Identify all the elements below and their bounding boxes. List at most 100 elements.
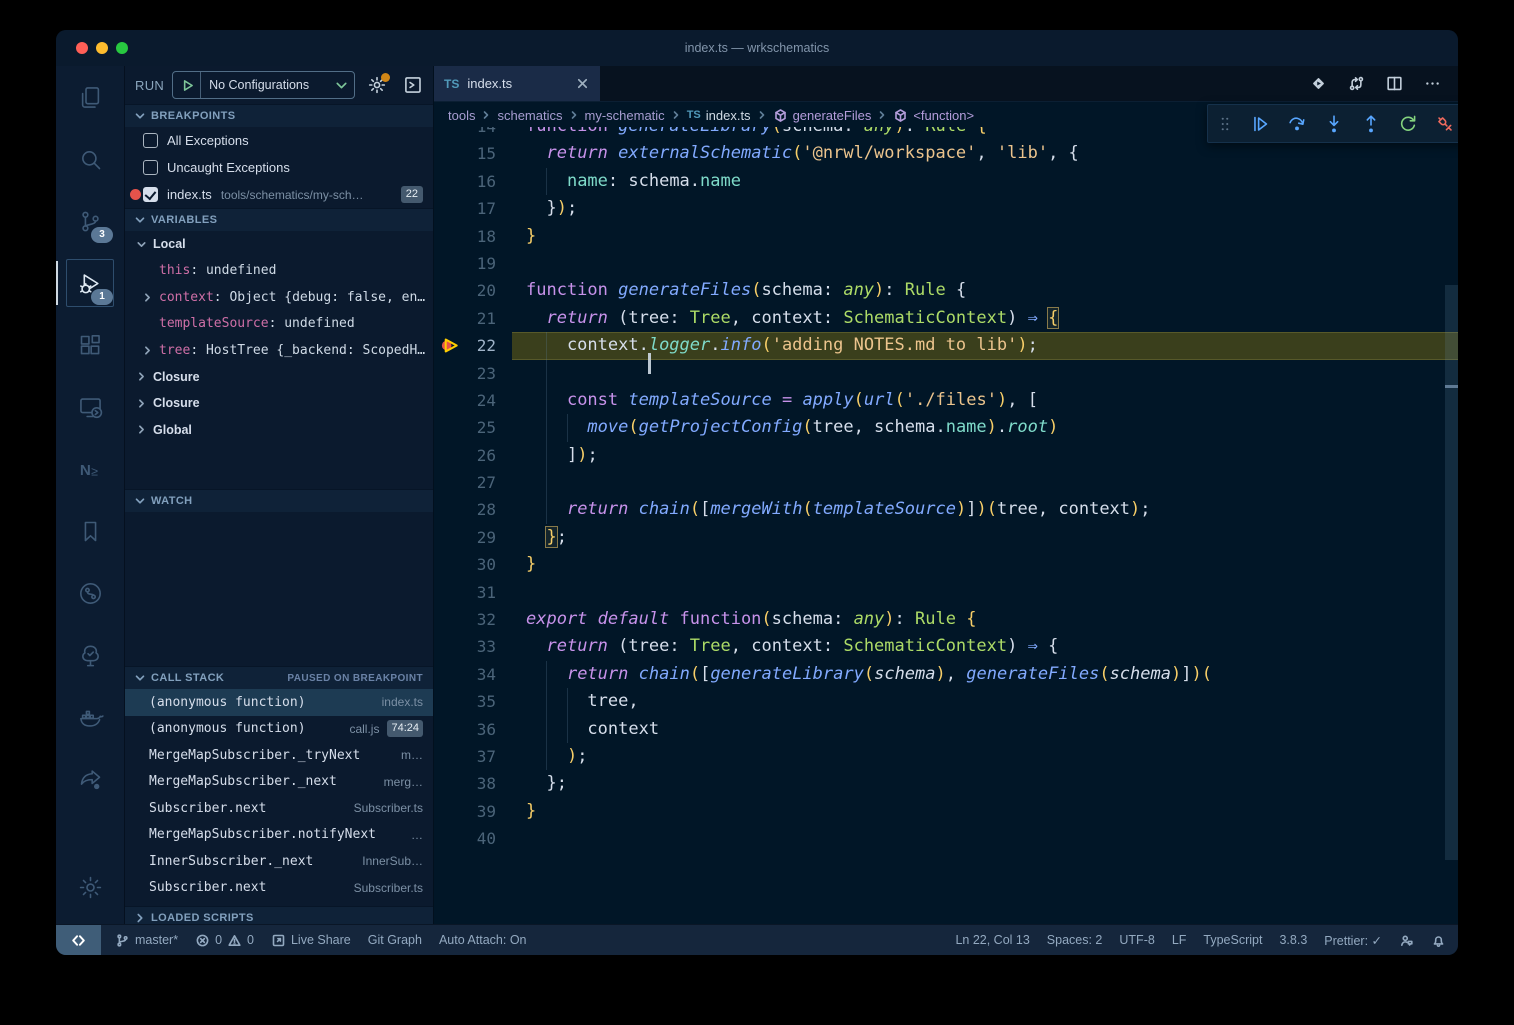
status-item-problems[interactable]: 00: [195, 933, 254, 948]
breakpoint-row[interactable]: Uncaught Exceptions: [125, 154, 433, 181]
call-stack-frame[interactable]: Subscriber.nextSubscriber.ts: [125, 875, 433, 902]
activity-item-docker[interactable]: [56, 686, 124, 748]
breakpoint-checkbox[interactable]: [143, 133, 158, 148]
code-line[interactable]: 37 );: [434, 743, 1458, 770]
section-header-breakpoints[interactable]: BREAKPOINTS: [125, 104, 433, 127]
section-header-variables[interactable]: VARIABLES: [125, 208, 433, 231]
step-out-button[interactable]: [1360, 113, 1382, 135]
code-line[interactable]: 15 return externalSchematic('@nrwl/works…: [434, 140, 1458, 167]
line-number[interactable]: 17: [434, 195, 526, 222]
breadcrumb-item-symbol[interactable]: <function>: [893, 108, 974, 123]
call-stack-frame[interactable]: (anonymous function)call.js74:24: [125, 716, 433, 743]
line-number[interactable]: 24: [434, 387, 526, 414]
call-stack-frame[interactable]: MergeMapSubscriber._tryNextm…: [125, 742, 433, 769]
code-line[interactable]: 21 return (tree: Tree, context: Schemati…: [434, 305, 1458, 332]
code-line[interactable]: 27: [434, 469, 1458, 496]
split-editor-button[interactable]: [1385, 74, 1404, 93]
call-stack-frame[interactable]: Subscriber.nextSubscriber.ts: [125, 795, 433, 822]
line-number[interactable]: 14: [434, 127, 526, 140]
activity-item-remote-explorer[interactable]: [56, 376, 124, 438]
code-line[interactable]: 18}: [434, 223, 1458, 250]
call-stack-frame[interactable]: (anonymous function)index.ts: [125, 689, 433, 716]
breadcrumb-item-folder[interactable]: tools: [448, 108, 475, 123]
debug-console-button[interactable]: [403, 75, 423, 95]
chevron-right-icon[interactable]: [141, 344, 154, 357]
activity-item-extensions[interactable]: [56, 314, 124, 376]
status-item-notifications[interactable]: [1431, 933, 1446, 948]
code-line[interactable]: 32export default function(schema: any): …: [434, 606, 1458, 633]
status-item-feedback[interactable]: [1399, 933, 1414, 948]
code-line[interactable]: 39}: [434, 798, 1458, 825]
launch-configuration-dropdown[interactable]: No Configurations: [172, 71, 355, 99]
call-stack-frame[interactable]: InnerSubscriber._nextInnerSub…: [125, 848, 433, 875]
code-line[interactable]: 23: [434, 360, 1458, 387]
code-line[interactable]: 16 name: schema.name: [434, 168, 1458, 195]
activity-item-explorer[interactable]: [56, 66, 124, 128]
line-number[interactable]: 37: [434, 743, 526, 770]
code-line[interactable]: 36 context: [434, 716, 1458, 743]
activity-item-live-share[interactable]: [56, 748, 124, 810]
breadcrumb-item-file[interactable]: TSindex.ts: [687, 108, 751, 123]
activity-item-manage[interactable]: [56, 856, 124, 918]
status-item-encoding[interactable]: UTF-8: [1119, 933, 1154, 947]
call-stack-frame[interactable]: MergeMapSubscriber._nextmerg…: [125, 769, 433, 796]
line-number[interactable]: 15: [434, 140, 526, 167]
code-line[interactable]: 26 ]);: [434, 442, 1458, 469]
chevron-right-icon[interactable]: [141, 291, 154, 304]
variables-scope-closure[interactable]: Closure: [125, 390, 433, 417]
line-number[interactable]: 16: [434, 168, 526, 195]
line-number[interactable]: 31: [434, 579, 526, 606]
activity-item-run-debug[interactable]: 1: [56, 252, 124, 314]
diamond-action-button[interactable]: [1309, 74, 1328, 93]
variable-row[interactable]: this: undefined: [125, 258, 433, 285]
section-header-loaded-scripts[interactable]: LOADED SCRIPTS: [125, 906, 433, 924]
line-number[interactable]: 20: [434, 277, 526, 304]
code-line[interactable]: 33 return (tree: Tree, context: Schemati…: [434, 633, 1458, 660]
status-item-prettier[interactable]: Prettier: ✓: [1324, 933, 1382, 948]
breakpoint-checkbox[interactable]: [143, 160, 158, 175]
line-number[interactable]: 30: [434, 551, 526, 578]
section-header-call-stack[interactable]: CALL STACK PAUSED ON BREAKPOINT: [125, 666, 433, 689]
code-line[interactable]: 28 return chain([mergeWith(templateSourc…: [434, 496, 1458, 523]
code-line[interactable]: 29 };: [434, 524, 1458, 551]
code-line[interactable]: 17 });: [434, 195, 1458, 222]
status-item-cursor-position[interactable]: Ln 22, Col 13: [955, 933, 1029, 947]
section-header-watch[interactable]: WATCH: [125, 489, 433, 512]
activity-item-git-graph[interactable]: [56, 562, 124, 624]
line-number[interactable]: 26: [434, 442, 526, 469]
line-number[interactable]: 27: [434, 469, 526, 496]
code-line[interactable]: 20function generateFiles(schema: any): R…: [434, 277, 1458, 304]
status-item-remote[interactable]: [56, 925, 101, 955]
breakpoint-row[interactable]: index.tstools/schematics/my-sch…22: [125, 181, 433, 208]
step-over-button[interactable]: [1286, 113, 1308, 135]
code-line[interactable]: 22 context.logger.info('adding NOTES.md …: [434, 332, 1458, 359]
line-number[interactable]: 25: [434, 414, 526, 441]
status-item-auto-attach[interactable]: Auto Attach: On: [439, 933, 527, 947]
tab-index-ts[interactable]: TS index.ts: [434, 66, 600, 101]
variable-row[interactable]: templateSource: undefined: [125, 311, 433, 338]
status-item-git-graph[interactable]: Git Graph: [368, 933, 422, 947]
breadcrumb-item-folder[interactable]: schematics: [497, 108, 562, 123]
restart-button[interactable]: [1397, 113, 1419, 135]
breakpoint-paused-icon[interactable]: [439, 334, 462, 357]
variable-row[interactable]: tree: HostTree {_backend: ScopedH…: [125, 337, 433, 364]
line-number[interactable]: 40: [434, 825, 526, 852]
breakpoint-row[interactable]: All Exceptions: [125, 127, 433, 154]
line-number[interactable]: 29: [434, 524, 526, 551]
line-number[interactable]: 23: [434, 360, 526, 387]
breakpoint-checkbox[interactable]: [143, 187, 158, 202]
code-area[interactable]: 14function generateLibrary(schema: any):…: [434, 127, 1458, 924]
compare-changes-button[interactable]: [1347, 74, 1366, 93]
status-item-branch[interactable]: master*: [115, 933, 178, 948]
scrollbar-thumb[interactable]: [1445, 285, 1458, 860]
activity-item-nx-console[interactable]: N≥: [56, 438, 124, 500]
status-item-indentation[interactable]: Spaces: 2: [1047, 933, 1103, 947]
breadcrumb-item-symbol[interactable]: generateFiles: [773, 108, 872, 123]
line-number[interactable]: 38: [434, 770, 526, 797]
code-line[interactable]: 40: [434, 825, 1458, 852]
line-number[interactable]: 19: [434, 250, 526, 277]
status-item-language-mode[interactable]: TypeScript: [1203, 933, 1262, 947]
line-number[interactable]: 33: [434, 633, 526, 660]
line-number[interactable]: 34: [434, 661, 526, 688]
code-line[interactable]: 31: [434, 579, 1458, 606]
